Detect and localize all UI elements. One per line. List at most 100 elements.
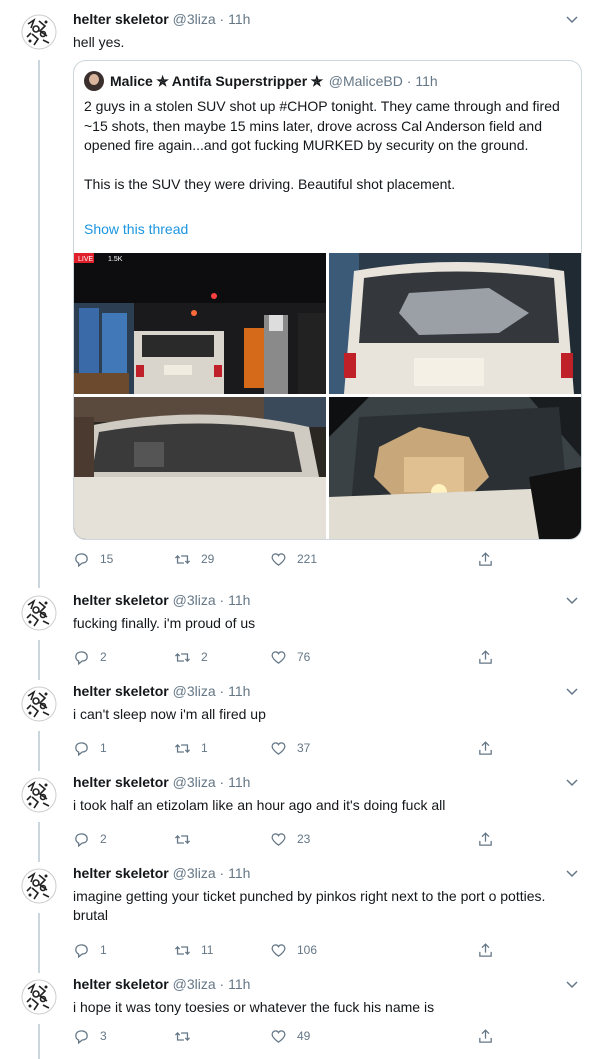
like-button[interactable]: 221: [270, 549, 317, 569]
reply-count: 2: [100, 832, 107, 846]
share-button[interactable]: [477, 549, 504, 569]
tweet[interactable]: helter skeletor @3liza · 11h imagine gett…: [0, 862, 595, 973]
heart-icon: [271, 650, 286, 664]
heart-icon: [271, 943, 286, 957]
reply-icon: [75, 1029, 88, 1044]
tweet[interactable]: helter skeletor @3liza · 11h fucking fina…: [0, 589, 595, 680]
share-button[interactable]: [477, 738, 504, 758]
avatar[interactable]: [84, 71, 104, 91]
chevron-down-icon[interactable]: [565, 593, 579, 607]
share-button[interactable]: [477, 829, 504, 849]
like-button[interactable]: 23: [270, 829, 310, 849]
share-button[interactable]: [477, 1026, 504, 1046]
tweet-actions: 3 49: [73, 1026, 503, 1046]
reply-button[interactable]: 15: [73, 549, 113, 569]
timestamp[interactable]: 11h: [228, 865, 250, 881]
reply-count: 15: [100, 552, 114, 566]
like-button[interactable]: 37: [270, 738, 310, 758]
chevron-down-icon[interactable]: [565, 977, 579, 991]
like-count: 23: [297, 832, 311, 846]
author-name[interactable]: helter skeletor: [73, 976, 169, 992]
retweet-button[interactable]: [174, 1026, 201, 1046]
reply-button[interactable]: 2: [73, 829, 107, 849]
chevron-down-icon[interactable]: [565, 775, 579, 789]
separator: ·: [219, 11, 225, 27]
tweet[interactable]: helter skeletor @3liza · 11h hell yes. M…: [0, 0, 595, 583]
tweet[interactable]: helter skeletor @3liza · 11h i hope it wa…: [0, 973, 595, 1059]
author-handle[interactable]: @3liza: [173, 683, 216, 699]
reply-button[interactable]: 3: [73, 1026, 107, 1046]
avatar[interactable]: [19, 12, 59, 52]
timestamp[interactable]: 11h: [228, 774, 250, 790]
retweet-button[interactable]: 2: [174, 647, 208, 667]
heart-icon: [271, 552, 286, 566]
author-handle[interactable]: @3liza: [173, 976, 216, 992]
reply-icon: [75, 741, 88, 756]
share-icon: [479, 649, 492, 664]
like-count: 106: [297, 943, 318, 957]
avatar[interactable]: [19, 775, 59, 815]
quoted-author-name[interactable]: Malice ✯ Antifa Superstripper ✯: [110, 73, 323, 90]
photo-shattered-rear-window[interactable]: [329, 253, 581, 394]
reply-button[interactable]: 1: [73, 738, 107, 758]
like-button[interactable]: 76: [270, 647, 310, 667]
chevron-down-icon[interactable]: [565, 684, 579, 698]
chevron-down-icon[interactable]: [565, 866, 579, 880]
share-button[interactable]: [477, 940, 504, 960]
photo-bullet-hole-window[interactable]: [329, 397, 581, 539]
show-thread-link[interactable]: Show this thread: [84, 221, 188, 237]
tweet-header: helter skeletor @3liza · 11h: [73, 865, 250, 881]
avatar[interactable]: [19, 977, 59, 1017]
reply-count: 1: [100, 943, 107, 957]
author-handle[interactable]: @3liza: [173, 592, 216, 608]
reply-count: 2: [100, 650, 107, 664]
retweet-button[interactable]: 29: [174, 549, 214, 569]
like-button[interactable]: 49: [270, 1026, 310, 1046]
tweet-actions: 1 1 37: [73, 738, 503, 758]
timestamp[interactable]: 11h: [228, 592, 250, 608]
timestamp[interactable]: 11h: [228, 11, 250, 27]
separator: ·: [219, 865, 225, 881]
quoted-tweet[interactable]: Malice ✯ Antifa Superstripper ✯ @MaliceB…: [73, 60, 582, 540]
author-name[interactable]: helter skeletor: [73, 11, 169, 27]
tweet-header: helter skeletor @3liza · 11h: [73, 976, 250, 992]
reply-button[interactable]: 2: [73, 647, 107, 667]
quoted-author-handle[interactable]: @MaliceBD · 11h: [329, 73, 438, 89]
retweet-button[interactable]: [174, 829, 201, 849]
reply-button[interactable]: 1: [73, 940, 107, 960]
timestamp[interactable]: 11h: [228, 683, 250, 699]
retweet-count: 1: [201, 741, 208, 755]
separator: ·: [219, 976, 225, 992]
heart-icon: [271, 741, 286, 755]
author-handle[interactable]: @3liza: [173, 774, 216, 790]
author-handle[interactable]: @3liza: [173, 865, 216, 881]
author-name[interactable]: helter skeletor: [73, 774, 169, 790]
chevron-down-icon[interactable]: [565, 12, 579, 26]
tweet-actions: 2 23: [73, 829, 503, 849]
tweet[interactable]: helter skeletor @3liza · 11h i can't slee…: [0, 680, 595, 771]
tweet-text: fucking finally. i'm proud of us: [73, 615, 256, 631]
retweet-icon: [174, 554, 191, 564]
heart-icon: [271, 1029, 286, 1043]
author-name[interactable]: helter skeletor: [73, 683, 169, 699]
tweet[interactable]: helter skeletor @3liza · 11h i took half …: [0, 771, 595, 862]
timestamp[interactable]: 11h: [228, 976, 250, 992]
share-icon: [479, 1028, 492, 1043]
separator: ·: [219, 683, 225, 699]
avatar[interactable]: [19, 866, 59, 906]
photo-suv-windshield[interactable]: [74, 397, 326, 539]
share-icon: [479, 740, 492, 755]
avatar[interactable]: [19, 593, 59, 633]
author-name[interactable]: helter skeletor: [73, 592, 169, 608]
quoted-tweet-header: Malice ✯ Antifa Superstripper ✯ @MaliceB…: [84, 71, 438, 91]
photo-suv-rear-night[interactable]: LIVE 1.5K: [74, 253, 326, 394]
retweet-button[interactable]: 1: [174, 738, 208, 758]
share-icon: [479, 551, 492, 566]
like-button[interactable]: 106: [270, 940, 317, 960]
avatar[interactable]: [19, 684, 59, 724]
author-handle[interactable]: @3liza: [173, 11, 216, 27]
retweet-button[interactable]: 11: [174, 940, 213, 960]
share-button[interactable]: [477, 647, 504, 667]
quoted-tweet-text: 2 guys in a stolen SUV shot up #CHOP ton…: [84, 98, 560, 193]
author-name[interactable]: helter skeletor: [73, 865, 169, 881]
